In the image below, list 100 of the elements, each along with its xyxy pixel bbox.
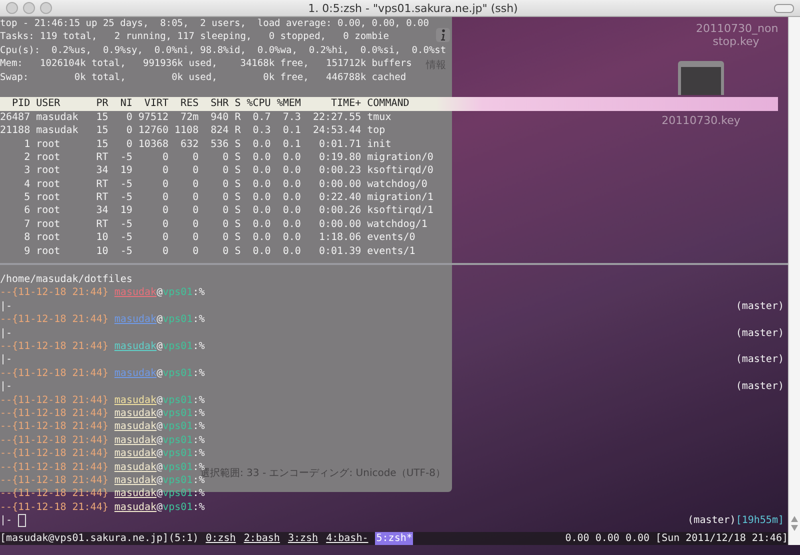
table-cell-text: 12760 [137, 124, 169, 138]
column-header: COMMAND [366, 97, 410, 111]
table-cell-text: 0.1 [282, 138, 301, 151]
window-tab[interactable]: 0:zsh [204, 532, 237, 545]
table-cell-text: 0 [222, 204, 229, 218]
table-cell-text: root [35, 191, 62, 204]
table-cell-text: 0 [125, 110, 132, 124]
table-cell-text: 0:00.00 [318, 218, 362, 232]
table-cell-text: S [234, 218, 241, 232]
git-branch-prompt: (master) [736, 380, 784, 394]
table-cell-text: 0 [161, 164, 169, 178]
table-cell-text: top [366, 124, 386, 138]
window-tab[interactable]: 2:bash [242, 532, 281, 545]
table-cell-text: 0.0 [252, 178, 271, 192]
table-cell-text: 0 [161, 150, 169, 164]
table-cell-text: S [234, 191, 241, 204]
table-cell-text: 0.0 [252, 191, 271, 204]
column-header: TIME+ [330, 97, 362, 111]
session-name: [masudak@vps01.sakura.ne.jp](5:1) [0, 532, 199, 545]
prompt-line: --{11-12-18 21:44} masudak@vps01:% [0, 460, 205, 472]
table-cell-text: 0 [161, 191, 169, 204]
table-cell-text: S [234, 164, 241, 178]
table-cell-text: 4 [23, 178, 30, 192]
prompt-line: --{11-12-18 21:44} masudak@vps01:% [0, 500, 205, 514]
git-branch-prompt: (master) [736, 326, 784, 340]
info-icon[interactable] [436, 28, 450, 42]
table-cell-text: -5 [119, 150, 132, 164]
table-cell-text: 0 [222, 231, 229, 245]
window-tab[interactable]: 4:bash- [325, 532, 370, 545]
table-cell-text: 0 [161, 218, 169, 232]
table-cell-text: 0 [222, 178, 229, 192]
scroll-up-icon[interactable] [791, 516, 798, 522]
table-cell-text: masudak [35, 110, 80, 124]
column-header: VIRT [143, 97, 169, 111]
table-cell-text: 10 [95, 244, 108, 258]
summary-line: Swap: 0k total, 0k used, 0k free, 446788k cached [0, 70, 406, 84]
table-cell-text: 940 [210, 110, 229, 124]
table-cell-text: 536 [210, 138, 229, 151]
file-icon-label[interactable]: 20110730.key [656, 114, 746, 127]
table-cell-text: 8 [23, 231, 30, 245]
table-cell-text: 5 [23, 191, 30, 204]
directory-path: /home/masudak/dotfiles [0, 273, 134, 286]
toolbar-toggle-button[interactable] [774, 4, 794, 12]
table-cell-text: root [35, 244, 62, 258]
table-cell: 21188 [0, 124, 30, 138]
table-cell-text: 0 [161, 231, 169, 245]
table-cell-text: 0 [222, 218, 229, 232]
table-cell-text: RT [95, 150, 108, 164]
zoom-button[interactable] [40, 2, 52, 14]
table-cell-text: ksoftirqd/1 [366, 204, 434, 218]
window-tab[interactable]: 3:zsh [286, 532, 320, 545]
table-cell-text: ksoftirqd/0 [366, 164, 434, 178]
table-cell-text: 0.0 [252, 138, 271, 151]
table-cell-text: 34 [95, 204, 108, 218]
table-cell-text: 0.0 [282, 150, 301, 164]
table-cell-text: 0 [192, 164, 199, 178]
scroll-down-icon[interactable] [791, 525, 798, 531]
file-thumbnail[interactable] [678, 61, 724, 95]
table-cell-text: 0.0 [252, 164, 271, 178]
table-cell-text: 0 [125, 138, 132, 151]
table-cell-text: 2 [23, 150, 30, 164]
column-header: %CPU [246, 97, 271, 111]
table-cell-text: 0 [125, 124, 132, 138]
table-cell-text: 15 [95, 110, 108, 124]
table-cell-text: 0 [161, 244, 169, 258]
table-cell-text: 34 [95, 164, 108, 178]
prompt-line: --{11-12-18 21:44} masudak@vps01:% [0, 286, 205, 300]
table-cell-text: 0.3 [252, 124, 271, 138]
table-cell-text: root [35, 178, 62, 192]
table-cell-text: 72m [180, 110, 199, 124]
table-cell-text: 1108 [174, 124, 199, 138]
table-cell-text: 10 [95, 231, 108, 245]
table-cell-text: 0.1 [282, 124, 301, 138]
window-tab[interactable]: 5:zsh* [375, 532, 414, 545]
continuation-line: |- [0, 326, 12, 340]
table-cell-text: migration/0 [366, 150, 434, 164]
continuation-line: |- [0, 514, 26, 528]
table-cell-text: 0:00.26 [318, 204, 362, 218]
table-cell-text: 6 [23, 204, 30, 218]
prompt-line: --{11-12-18 21:44} masudak@vps01:% [0, 340, 205, 354]
table-cell-text: 0 [222, 150, 229, 164]
table-cell-text: 0:01.71 [318, 138, 362, 151]
table-cell-text: 24:53.44 [312, 124, 362, 138]
table-cell-text: root [35, 138, 62, 151]
table-cell-text: 19 [119, 164, 132, 178]
git-branch-prompt: (master)[19h55m] [688, 514, 784, 528]
table-cell-text: 7 [23, 218, 30, 232]
minimize-button[interactable] [23, 2, 35, 14]
table-cell-text: -5 [119, 218, 132, 232]
column-header: PR [95, 97, 108, 111]
close-button[interactable] [6, 2, 18, 14]
table-cell-text: 632 [180, 138, 199, 151]
table-cell-text: 1 [23, 138, 30, 151]
git-branch-prompt: (master) [736, 353, 784, 367]
table-cell: 26487 [0, 110, 30, 124]
table-cell-text: watchdog/1 [366, 218, 428, 232]
table-cell-text: -5 [119, 231, 132, 245]
table-cell-text: masudak [35, 124, 80, 138]
table-cell-text: S [234, 231, 241, 245]
scrollbar[interactable] [788, 17, 800, 545]
